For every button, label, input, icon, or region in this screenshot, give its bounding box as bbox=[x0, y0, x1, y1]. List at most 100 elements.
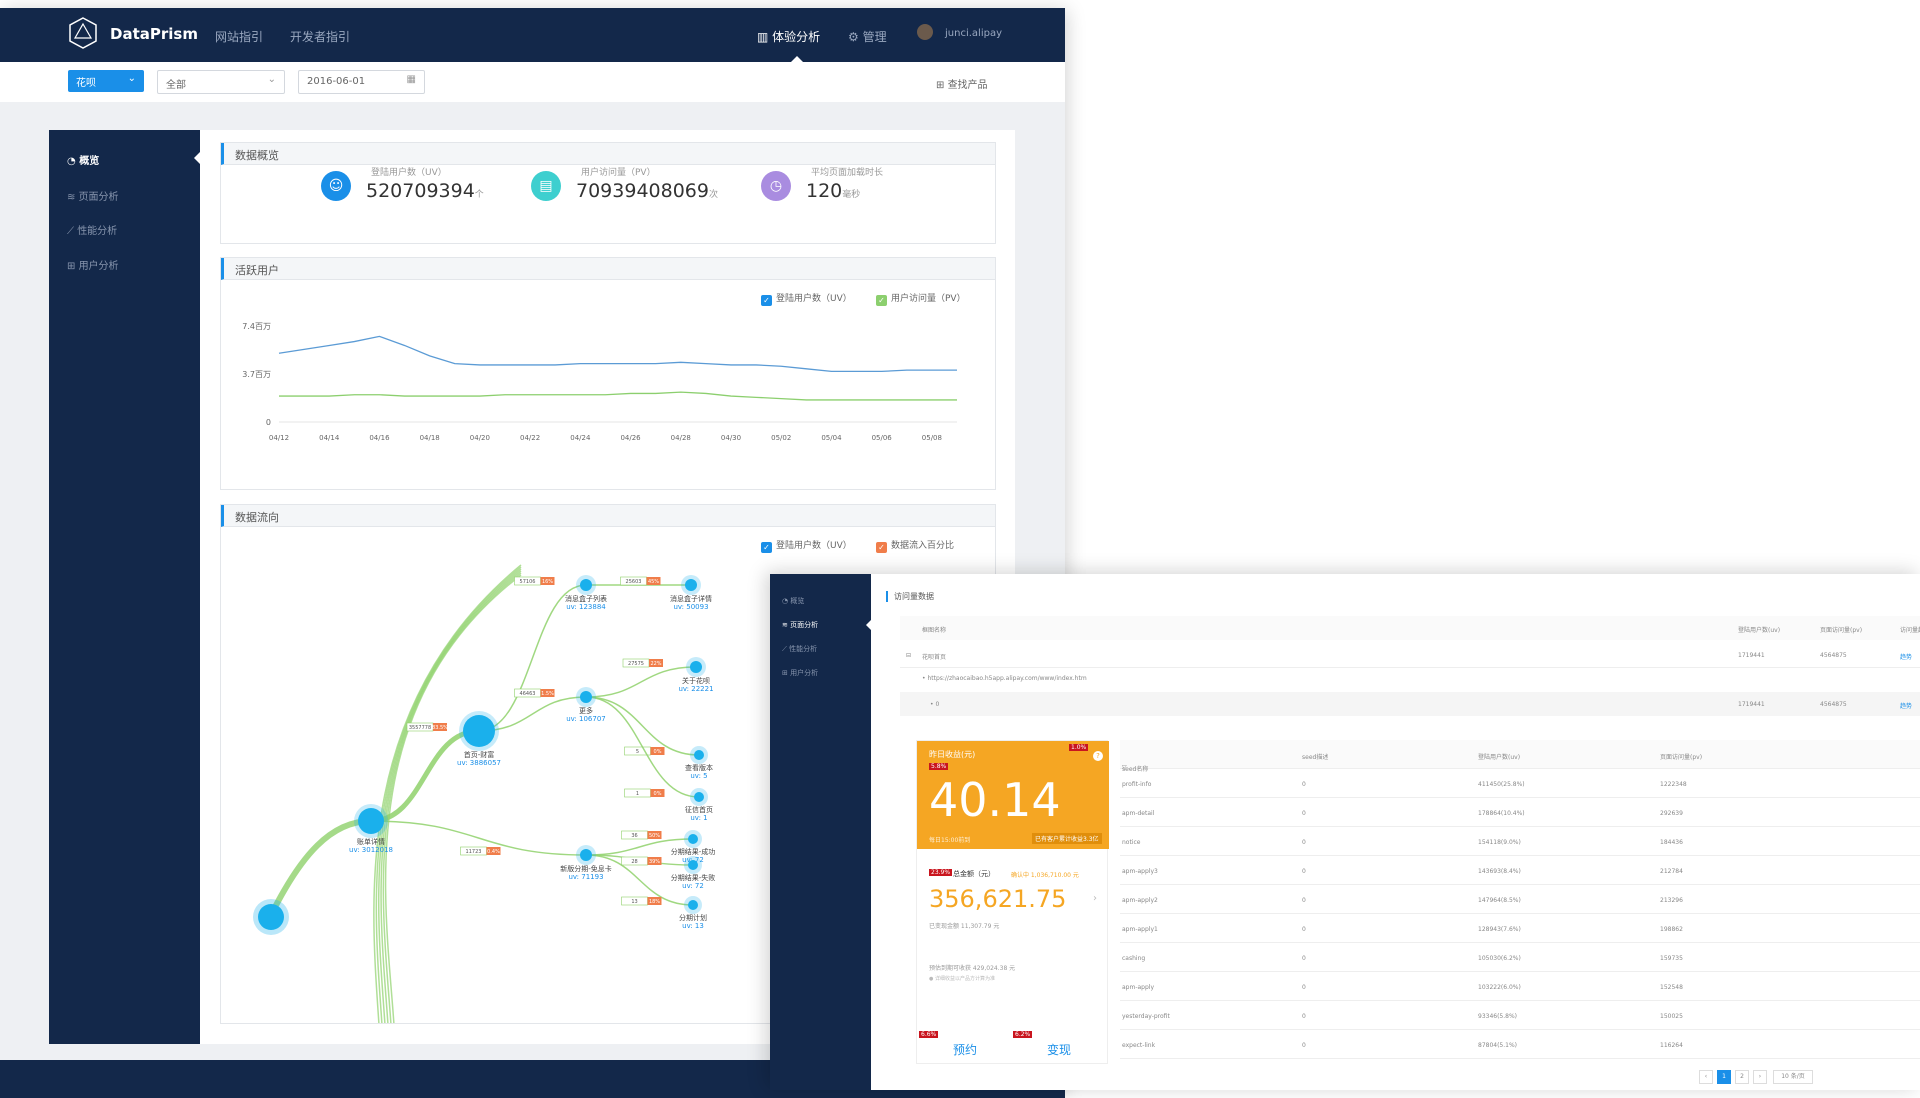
nav-experience-analysis[interactable]: ▥ 体验分析 bbox=[757, 28, 820, 45]
edge-count: 5 bbox=[636, 749, 639, 755]
sidebar-item-users[interactable]: ⊞ 用户分析 bbox=[67, 257, 119, 272]
cashout-button[interactable]: 变现 bbox=[1047, 1041, 1071, 1058]
total-title: 总金额（元） bbox=[953, 870, 995, 878]
seed-cell-desc: 0 bbox=[1302, 897, 1306, 904]
date-picker[interactable]: 2016-06-01 ▦ bbox=[298, 70, 425, 94]
top-navbar: DataPrism 网站指引 开发者指引 ▥ 体验分析 ⚙ 管理 junci.a… bbox=[0, 8, 1065, 62]
x-tick-label: 04/12 bbox=[269, 434, 289, 442]
sidebar-item-overview[interactable]: ◔ 概览 bbox=[67, 152, 99, 167]
table-row[interactable]: apm-apply3 0 143693(8.4%) 212784 bbox=[1120, 856, 1920, 885]
product-select[interactable]: 花呗 ⌄ bbox=[68, 70, 144, 92]
page-2-button[interactable]: 2 bbox=[1735, 1070, 1749, 1084]
flow-node-uv: uv: 1 bbox=[690, 814, 707, 822]
seed-cell-name: yesterday-profit bbox=[1122, 1013, 1170, 1020]
flow-node-uv: uv: 72 bbox=[682, 882, 704, 890]
edge-pct: 83.5% bbox=[432, 725, 448, 731]
x-tick-label: 05/02 bbox=[771, 434, 791, 442]
table-row[interactable]: notice 0 154118(9.0%) 184436 bbox=[1120, 827, 1920, 856]
edge-pct: 45% bbox=[648, 579, 659, 585]
table-row[interactable]: • https://zhaocaibao.h5app.alipay.com/ww… bbox=[900, 669, 1920, 689]
prev-page-button[interactable]: ‹ bbox=[1699, 1070, 1713, 1084]
table-row[interactable]: expect-link 0 87804(5.1%) 116264 bbox=[1120, 1030, 1920, 1059]
table-row[interactable]: cashing 0 105030(6.2%) 159735 bbox=[1120, 943, 1920, 972]
edge-pct: 0.4% bbox=[487, 849, 500, 855]
flow-edge-label: 36 50% bbox=[621, 830, 662, 840]
detail-sidebar-item-performance[interactable]: ⟋ 性能分析 bbox=[782, 644, 817, 654]
detail-window: ◔ 概览 ≋ 页面分析 ⟋ 性能分析 ⊞ 用户分析 访问量数据 框图名称 登陆用… bbox=[770, 574, 1920, 1090]
flow-edge-label: 13 18% bbox=[621, 896, 662, 906]
table-row[interactable]: ⊟ 花呗首页 1719441 4564875 趋势 bbox=[900, 644, 1920, 668]
document-icon: ▤ bbox=[531, 171, 561, 201]
flow-node bbox=[580, 849, 592, 861]
detail-sidebar-item-users[interactable]: ⊞ 用户分析 bbox=[782, 668, 818, 678]
seed-cell-pv: 1222348 bbox=[1660, 781, 1687, 788]
page-1-button[interactable]: 1 bbox=[1717, 1070, 1731, 1084]
page-size-select[interactable]: 10 条/页 bbox=[1773, 1070, 1813, 1084]
y-tick-label: 7.4百万 bbox=[242, 322, 271, 331]
scope-select[interactable]: 全部 ⌄ bbox=[157, 70, 285, 94]
detail-sidebar-item-page[interactable]: ≋ 页面分析 bbox=[782, 620, 818, 630]
flow-node bbox=[358, 808, 384, 834]
profit-sub: 每日15:00前到 bbox=[929, 837, 971, 844]
sidebar-item-page-analysis[interactable]: ≋ 页面分析 bbox=[67, 188, 119, 203]
flow-node-uv: uv: 3012018 bbox=[349, 846, 393, 854]
nav-manage[interactable]: ⚙ 管理 bbox=[848, 28, 887, 45]
flow-node-name: 首页-财富 bbox=[464, 750, 495, 759]
nav-developer-guide[interactable]: 开发者指引 bbox=[290, 28, 350, 45]
amount-sub: 已变现金额 11,307.79 元 bbox=[929, 923, 1000, 930]
stat-value: 120毫秒 bbox=[806, 180, 861, 202]
chevron-down-icon: ⌄ bbox=[267, 74, 276, 85]
panel-title: 活跃用户 bbox=[221, 258, 995, 280]
table-row[interactable]: profit-info 0 411450(25.8%) 1222348 bbox=[1120, 769, 1920, 798]
table-row[interactable]: • 0 1719441 4564875 趋势 bbox=[900, 692, 1920, 716]
legend-flow-uv[interactable]: ✓ 登陆用户数（UV） bbox=[761, 538, 852, 553]
panel-title: 数据概览 bbox=[221, 143, 995, 165]
stat-label: 登陆用户数（UV） bbox=[371, 168, 447, 178]
series-line-pv bbox=[279, 391, 957, 401]
phone-preview-card: 昨日收益(元) 5.8% 1.0% ? 40.14 每日15:00前到 已有客户… bbox=[916, 740, 1109, 1064]
detail-sidebar-item-overview[interactable]: ◔ 概览 bbox=[782, 596, 804, 606]
table-row[interactable]: apm-apply 0 103222(6.0%) 152548 bbox=[1120, 972, 1920, 1001]
seed-cell-uv: 143693(8.4%) bbox=[1478, 868, 1521, 875]
flow-node bbox=[463, 715, 495, 747]
sidebar-item-performance[interactable]: ⟋ 性能分析 bbox=[67, 222, 117, 237]
seed-cell-name: apm-apply3 bbox=[1122, 868, 1158, 875]
help-icon[interactable]: ? bbox=[1093, 751, 1103, 761]
table-row[interactable]: apm-detail 0 178864(10.4%) 292639 bbox=[1120, 798, 1920, 827]
table-row[interactable]: yesterday-profit 0 93346(5.8%) 150025 bbox=[1120, 1001, 1920, 1030]
estimate-text: 预估到期可收获 429,024.38 元 bbox=[929, 965, 1016, 972]
total-amount: 356,621.75 bbox=[929, 885, 1067, 913]
avatar[interactable] bbox=[917, 24, 933, 40]
legend-flow-pct[interactable]: ✓ 数据流入百分比 bbox=[876, 538, 954, 553]
user-name[interactable]: junci.alipay bbox=[945, 28, 1002, 39]
chevron-right-icon[interactable]: › bbox=[1093, 893, 1097, 904]
next-page-button[interactable]: › bbox=[1753, 1070, 1767, 1084]
x-tick-label: 05/04 bbox=[821, 434, 842, 442]
flow-node-name: 消息盒子详情 bbox=[670, 594, 712, 603]
stat-label: 用户访问量（PV） bbox=[581, 168, 656, 178]
overview-panel: 数据概览 ☺ 登陆用户数（UV） 520709394个 ▤ 用户访问量（PV） … bbox=[220, 142, 996, 244]
edge-count: 13 bbox=[631, 899, 637, 905]
seed-cell-uv: 93346(5.8%) bbox=[1478, 1013, 1518, 1020]
edge-pct: 1.5% bbox=[541, 691, 554, 697]
expand-icon[interactable]: ⊟ bbox=[906, 652, 911, 659]
flow-node-name: 查看版本 bbox=[685, 763, 713, 772]
reserve-button[interactable]: 预约 bbox=[953, 1041, 977, 1058]
flow-node bbox=[580, 579, 592, 591]
find-product-button[interactable]: ⊞ 查找产品 bbox=[936, 76, 988, 91]
table-row[interactable]: apm-apply2 0 147964(8.5%) 213296 bbox=[1120, 885, 1920, 914]
flow-node-name: 关于花呗 bbox=[682, 676, 710, 685]
nav-site-guide[interactable]: 网站指引 bbox=[215, 28, 263, 45]
seed-cell-desc: 0 bbox=[1302, 984, 1306, 991]
seed-cell-desc: 0 bbox=[1302, 926, 1306, 933]
seed-cell-desc: 0 bbox=[1302, 1013, 1306, 1020]
stat-label: 平均页面加载时长 bbox=[811, 168, 884, 178]
flow-edge-label: 3557778 83.5% bbox=[406, 722, 448, 732]
seed-cell-uv: 411450(25.8%) bbox=[1478, 781, 1525, 788]
flow-node-name: 分期结果-成功 bbox=[671, 847, 716, 856]
table-row[interactable]: apm-apply1 0 128943(7.6%) 198862 bbox=[1120, 914, 1920, 943]
seed-cell-name: expect-link bbox=[1122, 1042, 1156, 1049]
calendar-icon: ▦ bbox=[406, 74, 416, 85]
flow-node bbox=[258, 904, 284, 930]
flow-node-uv: uv: 71193 bbox=[568, 873, 603, 881]
